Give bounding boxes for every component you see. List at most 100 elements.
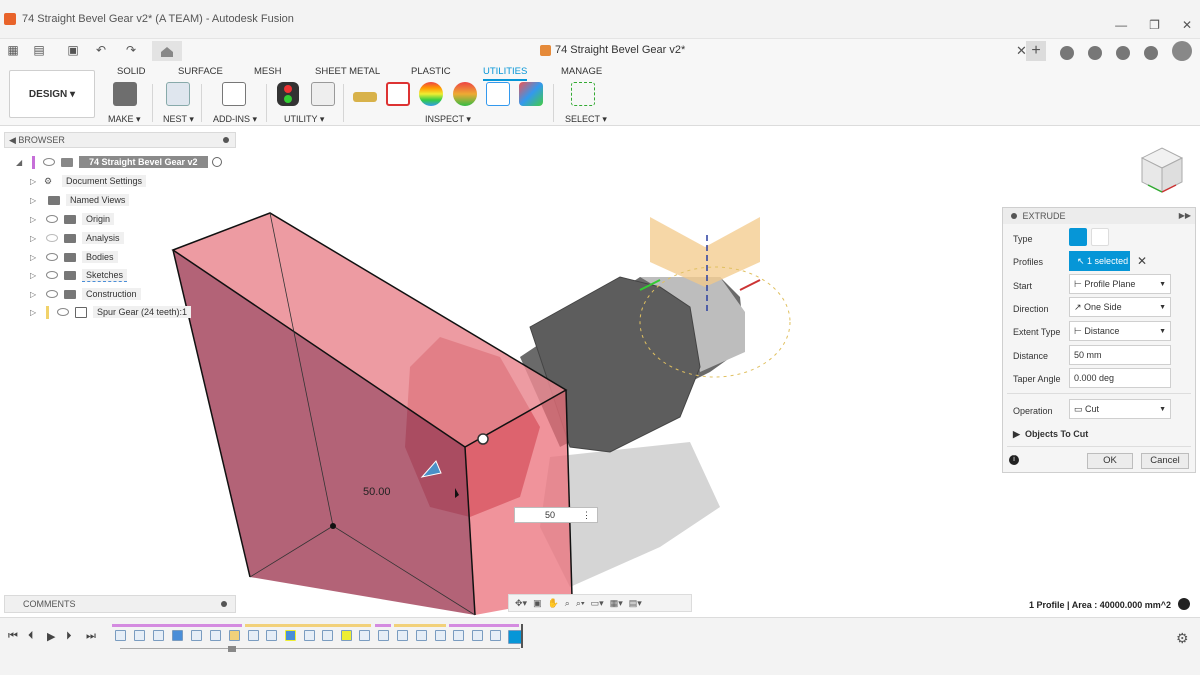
extrude-arrow-icon[interactable] bbox=[420, 460, 442, 478]
timeline-feature-icon[interactable] bbox=[210, 630, 221, 641]
distance-field[interactable]: 50 mm bbox=[1069, 345, 1171, 365]
timeline-feature-icon[interactable] bbox=[153, 630, 164, 641]
close-window-button[interactable]: ✕ bbox=[1182, 18, 1192, 32]
add-ins-button[interactable] bbox=[222, 82, 246, 106]
timeline-feature-icon[interactable] bbox=[229, 630, 240, 641]
tab-solid[interactable]: SOLID bbox=[117, 66, 146, 77]
group-make[interactable]: MAKE ▾ bbox=[108, 114, 141, 125]
step-forward-icon[interactable]: ⏵ bbox=[66, 630, 72, 643]
timeline-feature-icon[interactable] bbox=[397, 630, 408, 641]
viewports-icon[interactable]: ▤▾ bbox=[629, 598, 642, 609]
activate-radio-icon[interactable] bbox=[211, 157, 222, 167]
expand-icon[interactable]: ▷ bbox=[30, 234, 38, 243]
play-icon[interactable]: ▶ bbox=[47, 630, 55, 643]
expand-icon[interactable]: ▷ bbox=[30, 271, 38, 280]
orbit-icon[interactable]: ✥▾ bbox=[515, 598, 527, 609]
operation-dropdown[interactable]: ▭ Cut ▼ bbox=[1069, 399, 1171, 419]
type-solid-button[interactable] bbox=[1069, 228, 1087, 246]
help-icon[interactable] bbox=[1144, 46, 1158, 60]
timeline-feature-icon[interactable] bbox=[172, 630, 183, 641]
visibility-eye-icon[interactable] bbox=[46, 290, 58, 298]
go-to-end-icon[interactable]: ⏭ bbox=[86, 630, 96, 643]
timeline-feature-icon[interactable] bbox=[266, 630, 277, 641]
timeline-feature-icon[interactable] bbox=[304, 630, 315, 641]
interference-button[interactable] bbox=[386, 82, 410, 106]
direction-dropdown[interactable]: ↗ One Side ▼ bbox=[1069, 297, 1171, 317]
timeline-move-icon[interactable] bbox=[322, 630, 333, 641]
document-tab[interactable]: 74 Straight Bevel Gear v2* bbox=[540, 44, 685, 56]
visibility-eye-icon[interactable] bbox=[43, 158, 55, 166]
timeline-feature-icon[interactable] bbox=[416, 630, 427, 641]
measure-button[interactable] bbox=[353, 92, 377, 102]
curvature-button[interactable] bbox=[453, 82, 477, 106]
visibility-eye-icon[interactable] bbox=[46, 253, 58, 261]
clear-selection-icon[interactable]: ✕ bbox=[1137, 254, 1147, 268]
objects-to-cut-toggle[interactable]: ▶ Objects To Cut bbox=[1013, 429, 1088, 440]
tree-item-analysis[interactable]: ▷ Analysis bbox=[30, 231, 124, 245]
visibility-eye-icon[interactable] bbox=[46, 215, 58, 223]
type-thin-button[interactable] bbox=[1091, 228, 1109, 246]
expand-icon[interactable]: ▷ bbox=[30, 196, 38, 205]
extent-type-dropdown[interactable]: ⊢ Distance ▼ bbox=[1069, 321, 1171, 341]
timeline-feature-icon[interactable] bbox=[115, 630, 126, 641]
expand-icon[interactable]: ▷ bbox=[30, 308, 38, 317]
group-utility[interactable]: UTILITY ▾ bbox=[284, 114, 324, 125]
go-to-start-icon[interactable]: ⏮ bbox=[8, 630, 18, 643]
expand-icon[interactable]: ▷ bbox=[30, 253, 38, 262]
tab-surface[interactable]: SURFACE bbox=[178, 66, 223, 77]
timeline-move-icon[interactable] bbox=[359, 630, 370, 641]
traffic-light-icon[interactable] bbox=[277, 82, 299, 106]
timeline-marker[interactable] bbox=[521, 624, 523, 648]
display-settings-icon[interactable]: ▭▾ bbox=[591, 598, 604, 609]
comments-panel[interactable]: COMMENTS bbox=[4, 595, 236, 613]
app-grid-icon[interactable]: ▦ bbox=[6, 43, 20, 57]
tree-item-bodies[interactable]: ▷ Bodies bbox=[30, 250, 118, 264]
workspace-switcher[interactable]: DESIGN ▾ bbox=[9, 70, 95, 118]
profiles-select-button[interactable]: ↖ 1 selected bbox=[1069, 251, 1130, 271]
tree-item-origin[interactable]: ▷ Origin bbox=[30, 212, 115, 226]
expand-dialog-icon[interactable]: ▶▶ bbox=[1179, 208, 1191, 224]
pan-icon[interactable]: ✋ bbox=[548, 598, 559, 609]
zebra-analysis-button[interactable] bbox=[419, 82, 443, 106]
section-analysis-button[interactable] bbox=[486, 82, 510, 106]
more-icon[interactable]: ⋮ bbox=[582, 510, 591, 521]
minimize-button[interactable]: — bbox=[1115, 18, 1127, 32]
timeline-current-feature-icon[interactable] bbox=[508, 630, 522, 644]
select-button[interactable] bbox=[571, 82, 595, 106]
globe-icon[interactable] bbox=[1060, 46, 1074, 60]
grid-settings-icon[interactable]: ▦▾ bbox=[610, 598, 623, 609]
group-nest[interactable]: NEST ▾ bbox=[163, 114, 194, 125]
tab-manage[interactable]: MANAGE bbox=[561, 66, 602, 77]
timeline-feature-icon[interactable] bbox=[191, 630, 202, 641]
display-component-colors-button[interactable] bbox=[519, 82, 543, 106]
timeline-scroll-handle[interactable] bbox=[228, 646, 236, 652]
group-inspect[interactable]: INSPECT ▾ bbox=[425, 114, 471, 125]
tab-plastic[interactable]: PLASTIC bbox=[411, 66, 451, 77]
redo-icon[interactable]: ↷ bbox=[124, 43, 138, 57]
browser-header[interactable]: ◀ BROWSER bbox=[4, 132, 236, 148]
new-tab-button[interactable]: + bbox=[1026, 41, 1046, 61]
timeline-feature-icon[interactable] bbox=[285, 630, 296, 641]
taper-angle-field[interactable]: 0.000 deg bbox=[1069, 368, 1171, 388]
tree-item-spur-gear[interactable]: ▷ Spur Gear (24 teeth):1 bbox=[30, 305, 192, 319]
zoom-icon[interactable]: ⌕ bbox=[565, 598, 570, 609]
tree-root[interactable]: ◢ 74 Straight Bevel Gear v2 bbox=[16, 155, 222, 169]
visibility-eye-off-icon[interactable] bbox=[46, 234, 58, 242]
tree-item-construction[interactable]: ▷ Construction bbox=[30, 287, 141, 301]
visibility-eye-icon[interactable] bbox=[46, 271, 58, 279]
step-back-icon[interactable]: ⏴ bbox=[28, 630, 34, 643]
timeline-feature-icon[interactable] bbox=[248, 630, 259, 641]
file-icon[interactable]: ▤ bbox=[32, 43, 46, 57]
expand-icon[interactable]: ▷ bbox=[30, 290, 38, 299]
start-dropdown[interactable]: ⊢ Profile Plane ▼ bbox=[1069, 274, 1171, 294]
tree-item-document-settings[interactable]: ▷ ⚙ Document Settings bbox=[30, 174, 147, 188]
distance-input[interactable]: 50 ⋮ bbox=[514, 507, 598, 523]
view-cube[interactable] bbox=[1134, 144, 1192, 198]
collapse-icon[interactable]: ◢ bbox=[16, 158, 24, 167]
cancel-button[interactable]: Cancel bbox=[1141, 453, 1189, 469]
tab-utilities[interactable]: UTILITIES bbox=[483, 66, 528, 81]
nest-button[interactable] bbox=[166, 82, 190, 106]
pivot-point[interactable] bbox=[477, 433, 489, 445]
tree-item-named-views[interactable]: ▷ Named Views bbox=[30, 193, 130, 207]
comments-pin-icon[interactable] bbox=[221, 601, 227, 607]
